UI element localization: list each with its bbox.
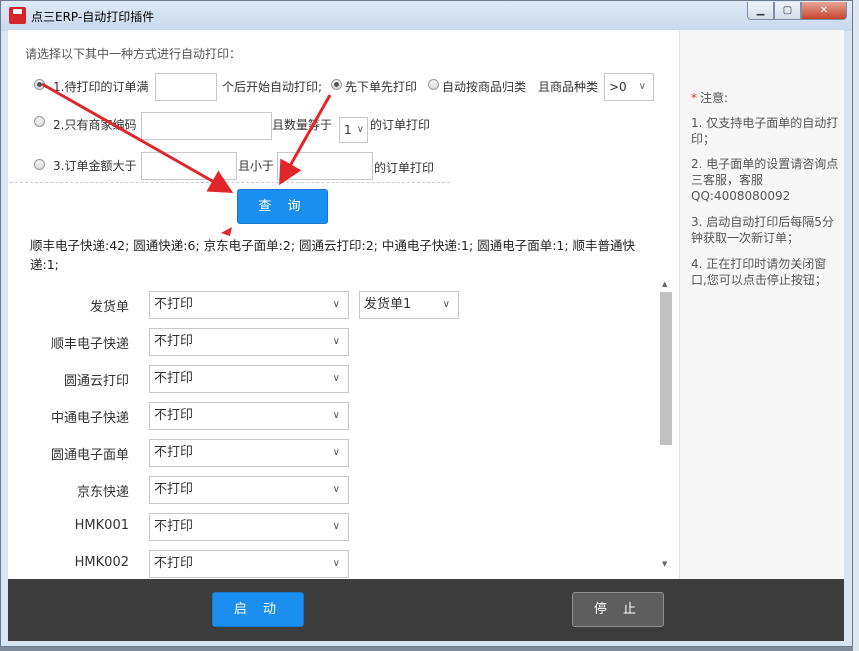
notes-heading-text: 注意: bbox=[700, 91, 729, 105]
scroll-up-arrow[interactable]: ▲ bbox=[662, 280, 667, 288]
opt1-label: 1.待打印的订单满 bbox=[53, 80, 149, 94]
settings-panel: 请选择以下其中一种方式进行自动打印： 1.待打印的订单满 个后开始自动打印; 先… bbox=[8, 30, 678, 579]
opt1-radio[interactable] bbox=[34, 79, 45, 90]
chevron-down-icon: ∨ bbox=[332, 410, 340, 421]
opt2-suffix: 的订单打印 bbox=[370, 118, 431, 132]
row-printer-select[interactable]: 不打印 ∨ bbox=[149, 550, 349, 578]
merchant-code-input[interactable] bbox=[141, 112, 272, 140]
close-button[interactable]: ✕ bbox=[801, 2, 847, 20]
row-label: 京东快递 bbox=[76, 485, 129, 500]
amount-max-input[interactable] bbox=[277, 152, 373, 180]
row-printer-value: 不打印 bbox=[154, 556, 194, 571]
chevron-down-icon: ∨ bbox=[332, 484, 340, 495]
footer-bar: 启 动 停 止 bbox=[8, 579, 844, 641]
window-title: 点三ERP-自动打印插件 bbox=[31, 10, 155, 24]
opt3-label: 3.订单金额大于 bbox=[53, 159, 137, 173]
row-printer-value: 不打印 bbox=[154, 519, 194, 534]
row-printer-select[interactable]: 不打印 ∨ bbox=[149, 365, 349, 393]
row-printer-select[interactable]: 不打印 ∨ bbox=[149, 476, 349, 504]
row-label: 发货单 bbox=[89, 300, 129, 315]
row-printer-select[interactable]: 不打印 ∨ bbox=[149, 402, 349, 430]
opt1-suffix: 个后开始自动打印; bbox=[222, 80, 323, 94]
row-label: 圆通电子面单 bbox=[50, 448, 129, 463]
notes-panel: * 注意: 1. 仅支持电子面单的自动打印； 2. 电子面单的设置请咨询点三客服，… bbox=[679, 30, 844, 579]
kinds-label: 且商品种类 bbox=[538, 80, 599, 94]
row-label: HMK001 bbox=[74, 518, 129, 533]
row-label: 圆通云打印 bbox=[63, 374, 129, 389]
notes-heading: * 注意: bbox=[691, 91, 729, 105]
row-printer-select[interactable]: 不打印 ∨ bbox=[149, 513, 349, 541]
by-product-radio[interactable] bbox=[428, 79, 439, 90]
chevron-down-icon: ∨ bbox=[356, 124, 364, 135]
qty-select-value: 1 bbox=[344, 123, 352, 137]
row-label: HMK002 bbox=[74, 555, 129, 570]
qty-select[interactable]: 1 ∨ bbox=[339, 117, 368, 143]
title-bar: 点三ERP-自动打印插件 ▁ ▢ ✕ bbox=[1, 1, 852, 31]
kinds-select[interactable]: >0 ∨ bbox=[604, 73, 654, 101]
row-printer-value: 不打印 bbox=[154, 334, 194, 349]
row-printer-select[interactable]: 不打印 ∨ bbox=[149, 291, 349, 319]
first-order-label: 先下单先打印 bbox=[345, 80, 418, 94]
row-printer-value: 不打印 bbox=[154, 445, 194, 460]
scrollbar-thumb[interactable] bbox=[660, 292, 672, 445]
chevron-down-icon: ∨ bbox=[442, 299, 450, 310]
stop-button[interactable]: 停 止 bbox=[572, 592, 664, 627]
client-area: 请选择以下其中一种方式进行自动打印： 1.待打印的订单满 个后开始自动打印; 先… bbox=[8, 30, 844, 579]
row-printer-select[interactable]: 不打印 ∨ bbox=[149, 328, 349, 356]
note-item: 4. 正在打印时请勿关闭窗口,您可以点击停止按钮； bbox=[691, 257, 827, 287]
row-printer-value: 不打印 bbox=[154, 297, 194, 312]
row-printer-value: 不打印 bbox=[154, 408, 194, 423]
printer-mapping-list: 发货单 不打印 ∨ 发货单1 ∨ 顺丰电子快递 不打印 ∨ 圆通云打印 不打印 ∨ 中通… bbox=[8, 285, 678, 579]
scroll-down-arrow[interactable]: ▼ bbox=[662, 560, 667, 568]
opt3-mid: 且小于 bbox=[238, 159, 275, 173]
chevron-down-icon: ∨ bbox=[332, 558, 340, 569]
background-strip bbox=[853, 0, 859, 651]
minimize-button[interactable]: ▁ bbox=[747, 2, 774, 20]
note-item: 2. 电子面单的设置请咨询点三客服，客服QQ:4008080092 bbox=[691, 157, 839, 203]
opt3-suffix: 的订单打印 bbox=[374, 161, 435, 175]
chevron-down-icon: ∨ bbox=[332, 299, 340, 310]
kinds-select-value: >0 bbox=[609, 80, 627, 94]
chevron-down-icon: ∨ bbox=[332, 521, 340, 532]
chevron-down-icon: ∨ bbox=[332, 336, 340, 347]
by-product-label: 自动按商品归类 bbox=[442, 80, 527, 94]
chevron-down-icon: ∨ bbox=[638, 81, 646, 92]
note-item: 3. 启动自动打印后每隔5分钟获取一次新订单； bbox=[691, 215, 834, 245]
start-button[interactable]: 启 动 bbox=[212, 592, 304, 627]
invoice-template-value: 发货单1 bbox=[364, 297, 412, 312]
chevron-down-icon: ∨ bbox=[332, 447, 340, 458]
row-printer-value: 不打印 bbox=[154, 371, 194, 386]
amount-min-input[interactable] bbox=[141, 152, 237, 180]
query-button[interactable]: 查 询 bbox=[237, 189, 328, 224]
order-count-input[interactable] bbox=[155, 73, 217, 101]
opt2-radio[interactable] bbox=[34, 116, 45, 127]
invoice-template-select[interactable]: 发货单1 ∨ bbox=[359, 291, 459, 319]
options-prompt: 请选择以下其中一种方式进行自动打印： bbox=[25, 47, 242, 61]
order-summary: 顺丰电子快递:42; 圆通快递:6; 京东电子面单:2; 圆通云打印:2; 中通… bbox=[30, 238, 636, 272]
maximize-button[interactable]: ▢ bbox=[774, 2, 801, 20]
opt3-radio[interactable] bbox=[34, 159, 45, 170]
row-label: 顺丰电子快递 bbox=[50, 337, 129, 352]
note-item: 1. 仅支持电子面单的自动打印； bbox=[691, 116, 839, 146]
row-printer-select[interactable]: 不打印 ∨ bbox=[149, 439, 349, 467]
row-label: 中通电子快递 bbox=[50, 411, 129, 426]
opt2-mid: 且数量等于 bbox=[272, 118, 333, 132]
chevron-down-icon: ∨ bbox=[332, 373, 340, 384]
app-icon bbox=[9, 7, 26, 24]
opt2-label: 2.只有商家编码 bbox=[53, 118, 137, 132]
print-mode-options: 请选择以下其中一种方式进行自动打印： 1.待打印的订单满 个后开始自动打印; 先… bbox=[10, 36, 654, 183]
row-printer-value: 不打印 bbox=[154, 482, 194, 497]
first-order-radio[interactable] bbox=[331, 79, 342, 90]
